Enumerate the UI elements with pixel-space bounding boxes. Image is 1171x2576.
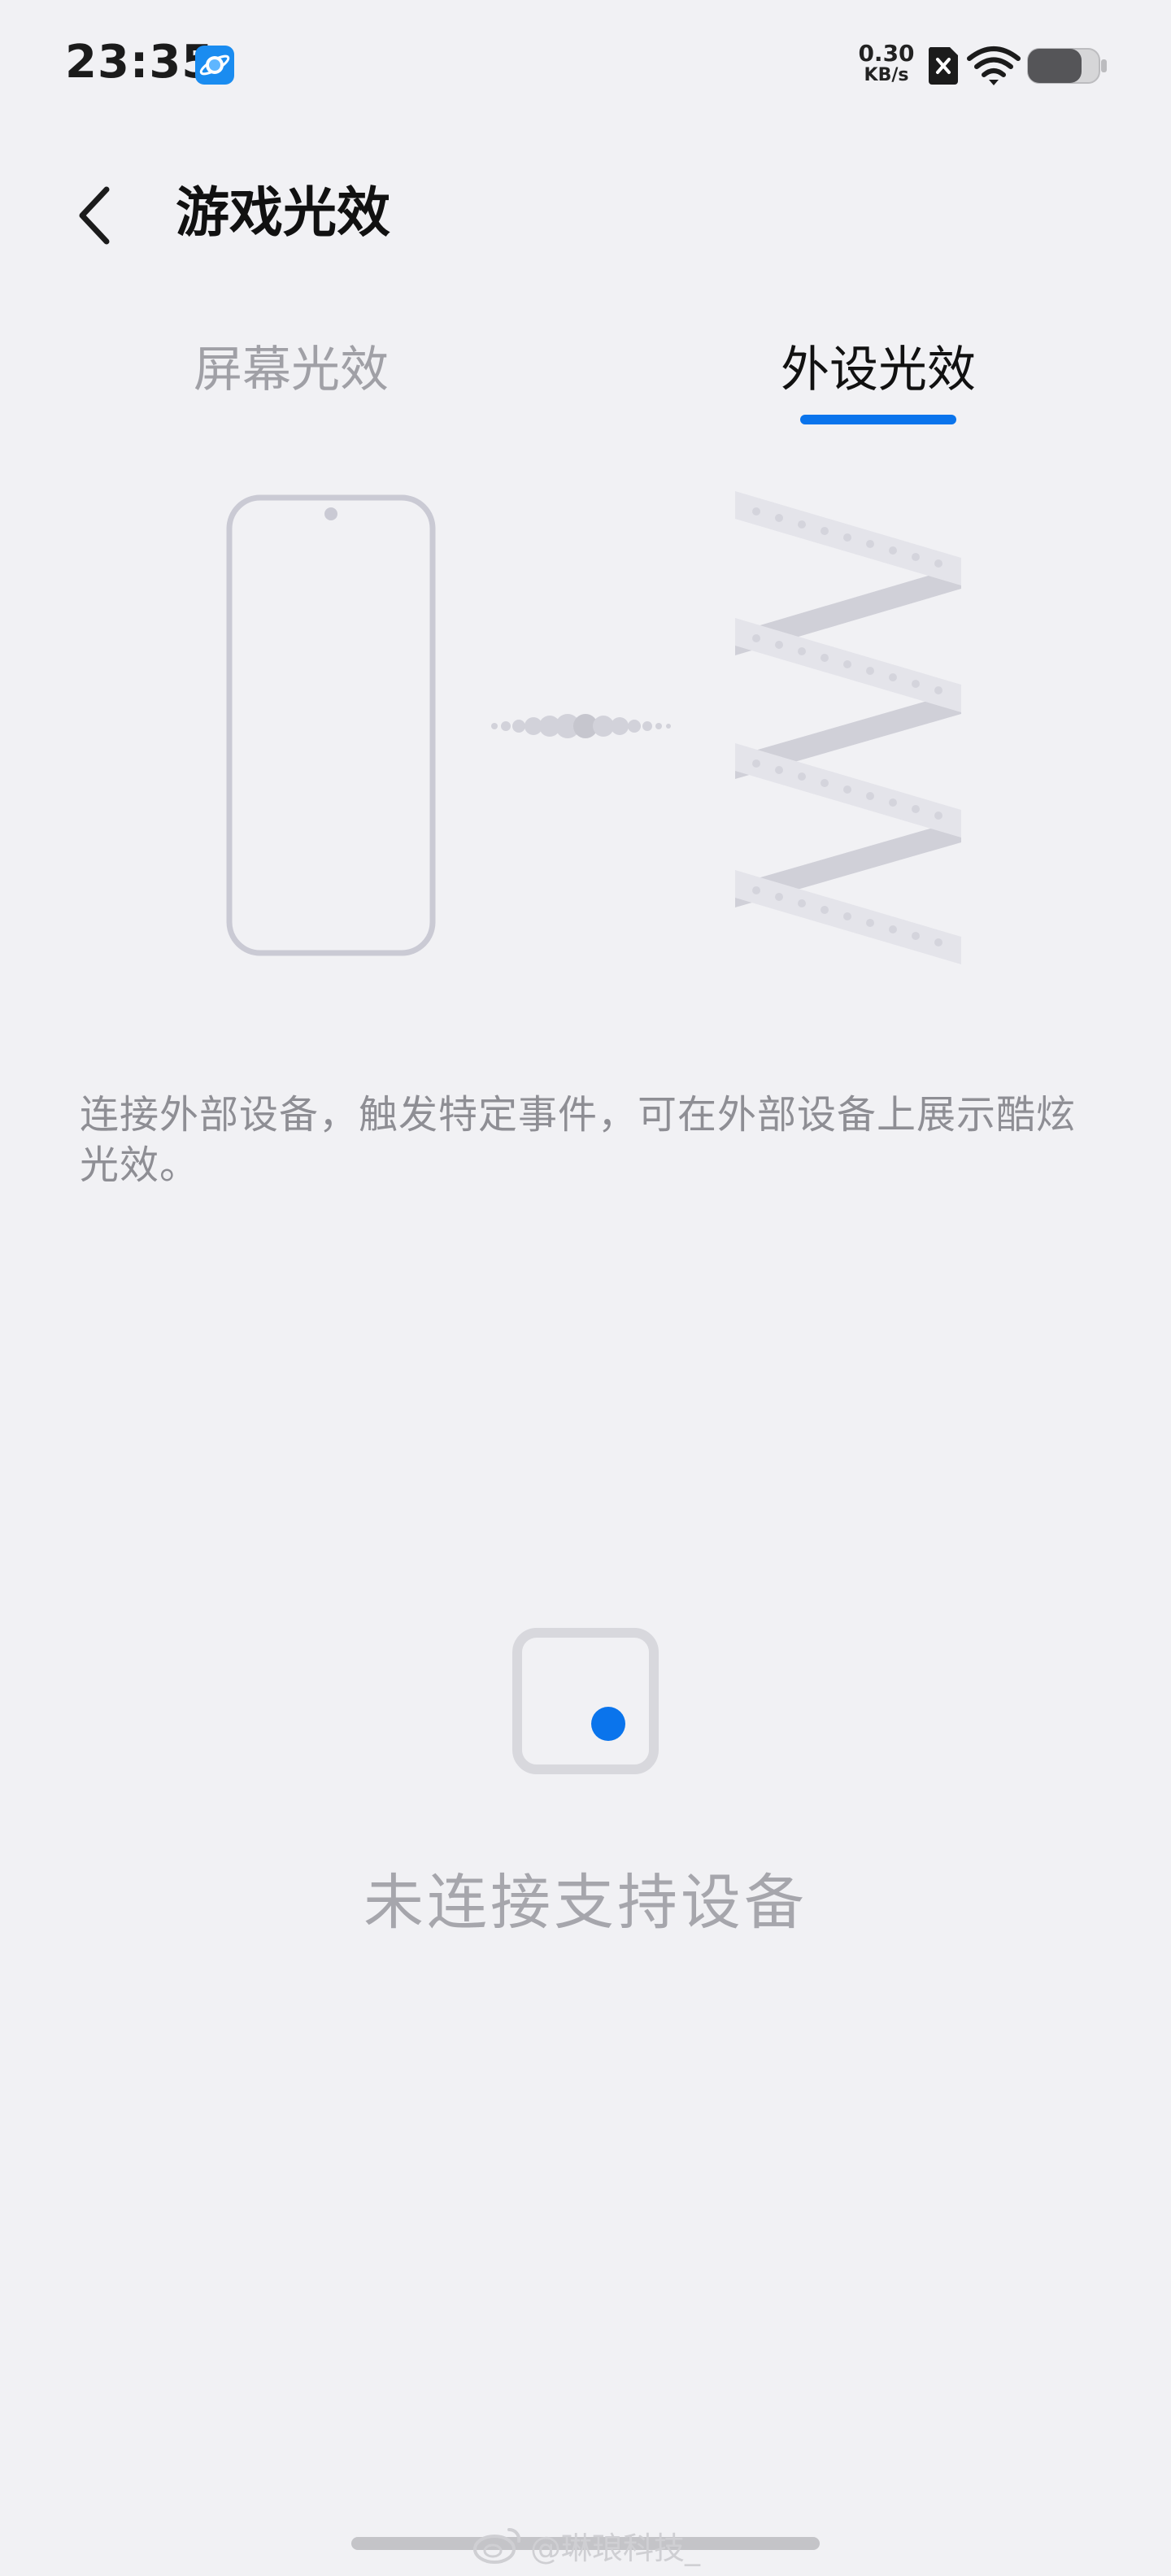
connection-dots-icon: [491, 714, 671, 738]
chevron-left-icon: [79, 186, 110, 245]
tab-screen-effects[interactable]: 屏幕光效: [194, 338, 389, 402]
nav-bar: 游戏光效: [0, 163, 1171, 268]
device-placeholder-icon: [512, 1628, 659, 1774]
network-speed: 0.30 KB/s: [854, 42, 919, 85]
tab-peripheral-effects[interactable]: 外设光效: [781, 338, 976, 402]
no-sim-icon: [928, 47, 958, 85]
empty-state: 未连接支持设备: [0, 1618, 1171, 1960]
page-title: 游戏光效: [176, 181, 390, 244]
battery-icon: [1027, 48, 1107, 84]
status-bar: 23:35 0.30 KB/s: [0, 0, 1171, 130]
network-speed-unit: KB/s: [864, 65, 909, 85]
planet-app-icon: [195, 46, 234, 85]
tab-bar: 屏幕光效 外设光效: [0, 333, 1171, 439]
empty-state-text: 未连接支持设备: [363, 1868, 808, 1938]
watermark-text: @琳琅科技_: [530, 2530, 701, 2566]
back-button[interactable]: [59, 179, 132, 252]
network-speed-value: 0.30: [858, 40, 915, 67]
weibo-icon: [473, 2527, 521, 2564]
phone-outline-icon: [226, 494, 436, 956]
status-time: 23:35: [65, 36, 215, 89]
watermark: @琳琅科技_: [473, 2521, 700, 2569]
led-strip-icon: [735, 491, 961, 964]
description-text: 连接外部设备，触发特定事件，可在外部设备上展示酷炫光效。: [80, 1092, 1077, 1188]
tab-active-indicator: [800, 415, 956, 424]
wifi-icon: [967, 46, 1021, 85]
illustration: [226, 491, 961, 964]
